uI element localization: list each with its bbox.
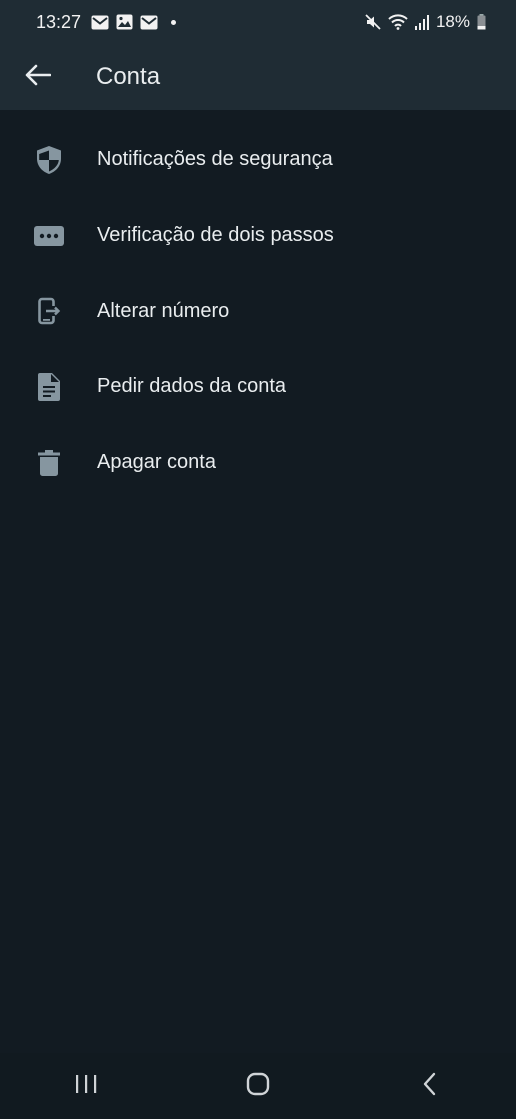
settings-menu: Notificações de segurança Verificação de… bbox=[0, 122, 516, 500]
system-nav-bar bbox=[0, 1053, 516, 1119]
menu-item-change-number[interactable]: Alterar número bbox=[0, 273, 516, 349]
gmail-icon bbox=[140, 15, 158, 30]
mute-icon bbox=[365, 14, 381, 30]
menu-item-label: Alterar número bbox=[97, 299, 230, 322]
notification-dot-icon bbox=[171, 19, 177, 25]
back-button[interactable] bbox=[0, 44, 76, 110]
menu-item-two-step-verification[interactable]: Verificação de dois passos bbox=[0, 198, 516, 274]
status-left: 13:27 bbox=[36, 11, 177, 33]
document-icon bbox=[0, 372, 97, 401]
home-icon bbox=[246, 1072, 270, 1101]
app-bar: Conta bbox=[0, 44, 516, 110]
home-button[interactable] bbox=[218, 1053, 298, 1119]
recents-button[interactable] bbox=[46, 1053, 126, 1119]
menu-item-label: Verificação de dois passos bbox=[97, 224, 334, 247]
menu-item-label: Apagar conta bbox=[97, 451, 216, 474]
battery-icon bbox=[477, 14, 486, 30]
change-number-icon bbox=[0, 296, 97, 326]
menu-item-request-account-info[interactable]: Pedir dados da conta bbox=[0, 349, 516, 425]
battery-percent: 18% bbox=[435, 12, 470, 31]
menu-item-label: Pedir dados da conta bbox=[97, 375, 287, 398]
wifi-icon bbox=[388, 14, 408, 30]
gmail-icon bbox=[91, 15, 109, 30]
shield-icon bbox=[0, 145, 97, 175]
status-time: 13:27 bbox=[36, 11, 82, 32]
recents-icon bbox=[74, 1074, 98, 1099]
password-dots-icon bbox=[0, 225, 97, 246]
menu-item-delete-account[interactable]: Apagar conta bbox=[0, 425, 516, 501]
status-bar: 13:27 18% bbox=[0, 0, 516, 44]
back-icon bbox=[422, 1072, 438, 1101]
menu-item-label: Notificações de segurança bbox=[97, 148, 333, 171]
status-right: 18% bbox=[365, 12, 486, 32]
menu-item-security-notifications[interactable]: Notificações de segurança bbox=[0, 122, 516, 198]
gallery-icon bbox=[116, 14, 133, 30]
system-back-button[interactable] bbox=[390, 1053, 470, 1119]
signal-icon bbox=[414, 14, 429, 30]
page-title: Conta bbox=[96, 63, 161, 90]
trash-icon bbox=[0, 449, 97, 476]
arrow-left-icon bbox=[25, 64, 52, 91]
